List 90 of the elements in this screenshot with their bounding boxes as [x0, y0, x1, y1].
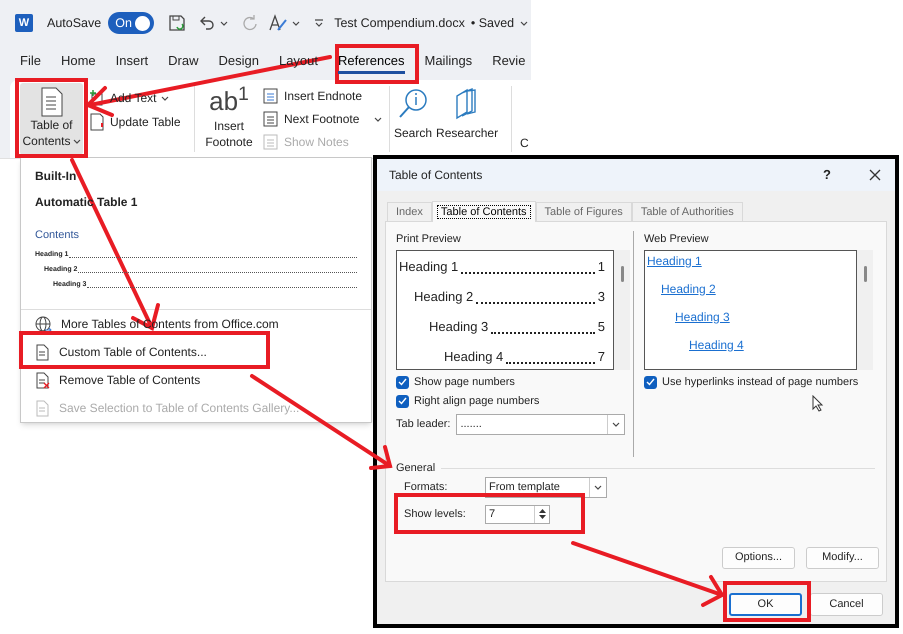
ribbon-tab[interactable]: File [20, 50, 41, 74]
caret-icon [374, 116, 382, 122]
autosave-toggle[interactable]: On [108, 12, 154, 34]
caret-icon [520, 20, 528, 26]
help-button[interactable]: ? [823, 165, 831, 185]
page-number: 3 [598, 288, 605, 306]
page-number: 5 [598, 318, 605, 336]
ribbon-button[interactable]: Update Table [89, 113, 180, 131]
preview-link[interactable]: Heading 1 [647, 254, 702, 268]
ribbon-tab[interactable]: Home [60, 50, 96, 74]
caret-icon [292, 20, 300, 26]
preview-entry: Heading 1 [399, 258, 458, 276]
update-table-icon [89, 113, 105, 131]
show-levels-spinner[interactable]: 7 [485, 504, 550, 524]
ribbon-button[interactable]: Search [394, 86, 432, 152]
insert-footnote-button[interactable]: ab$^{1}$ Insert Footnote [203, 84, 255, 152]
ribbon-tab[interactable]: Insert [116, 50, 148, 74]
preview-link[interactable]: Heading 2 [661, 282, 716, 296]
dialog-tab[interactable]: Table of Contents [432, 201, 536, 222]
next-footnote-icon [263, 111, 279, 127]
scrollbar-thumb[interactable] [620, 266, 624, 282]
ribbon-tab[interactable]: Revie [492, 50, 526, 74]
ribbon-button[interactable]: Next Footnote [263, 110, 382, 128]
customize-icon[interactable] [314, 19, 324, 27]
ribbon-button[interactable]: Researcher [436, 86, 498, 152]
group-label: C [520, 135, 529, 152]
globe-icon [35, 316, 52, 332]
scrollbar-thumb[interactable] [864, 266, 866, 282]
app-logo: W [15, 14, 33, 32]
add-text-icon [89, 90, 105, 106]
notes-icon [263, 134, 279, 150]
field-label: Formats: [404, 480, 448, 495]
menu-item[interactable]: Custom Table of Contents... [21, 338, 371, 366]
section-label: Print Preview [396, 232, 462, 247]
field-label: Tab leader: [396, 416, 450, 432]
section-header: Built-In [35, 168, 78, 185]
caret-icon [594, 484, 602, 490]
checkbox[interactable] [396, 394, 409, 408]
document-icon [35, 344, 50, 360]
close-icon[interactable] [869, 169, 881, 181]
table-of-contents-button[interactable]: Table of Contents [20, 83, 83, 155]
checkbox[interactable] [644, 376, 657, 388]
ribbon-tab[interactable]: Design [218, 50, 259, 74]
ribbon-button[interactable]: Insert Endnote [263, 87, 382, 105]
caret-icon [220, 20, 228, 26]
menu-item[interactable]: Remove Table of Contents [21, 366, 371, 394]
ribbon-tab[interactable]: References [338, 50, 404, 74]
preview-title: Contents [35, 228, 80, 243]
dialog-tab[interactable]: Table of Authorities [632, 202, 743, 221]
spin-up-icon[interactable] [538, 509, 546, 513]
preview-entry: Heading 4 [444, 348, 504, 366]
footnote-icon: ab$^{1}$ [209, 84, 249, 118]
page-number: 1 [598, 258, 605, 276]
dialog-button[interactable]: Options... [722, 546, 795, 568]
dialog-button[interactable]: Cancel [810, 593, 883, 616]
field-label: Show levels: [404, 506, 467, 522]
ribbon-tab[interactable]: Mailings [424, 50, 472, 74]
preview-entry: Heading 2 [414, 288, 474, 306]
checkbox-label: Show page numbers [414, 374, 515, 390]
pen-icon[interactable] [268, 14, 288, 32]
document-icon [38, 87, 64, 117]
ribbon-tab[interactable]: Draw [168, 50, 198, 74]
undo-icon[interactable] [198, 15, 216, 31]
checkbox-label: Right align page numbers [414, 394, 540, 409]
search-icon [398, 88, 428, 120]
caret-icon [161, 96, 170, 100]
remove-document-icon [35, 372, 50, 388]
checkbox-label: Use hyperlinks instead of page numbers [662, 374, 858, 390]
section-label: General [396, 461, 436, 476]
dialog-button[interactable]: Modify... [806, 546, 879, 568]
dialog-button[interactable]: OK [729, 593, 802, 616]
save-document-icon [35, 400, 50, 416]
page-number: 7 [598, 348, 605, 366]
dialog-title: Table of Contents [389, 167, 482, 184]
caret-icon [72, 138, 81, 144]
preview-link[interactable]: Heading 4 [689, 338, 744, 352]
spin-down-icon[interactable] [538, 515, 546, 519]
tab-leader-dropdown[interactable]: ....... [456, 414, 626, 434]
preview-link[interactable]: Heading 3 [675, 310, 730, 324]
checkbox[interactable] [396, 376, 409, 388]
caret-icon [612, 422, 620, 426]
section-label: Web Preview [644, 232, 710, 247]
preview-entry: Heading 3 [429, 318, 488, 336]
mouse-pointer-icon [812, 394, 824, 412]
autosave-label: AutoSave [47, 14, 102, 32]
document-title[interactable]: Test Compendium.docx • Saved [334, 14, 528, 32]
save-icon[interactable] [168, 14, 186, 32]
dialog-tab[interactable]: Table of Figures [536, 202, 632, 221]
dialog-tab[interactable]: Index [387, 202, 432, 221]
endnote-icon [263, 88, 279, 104]
